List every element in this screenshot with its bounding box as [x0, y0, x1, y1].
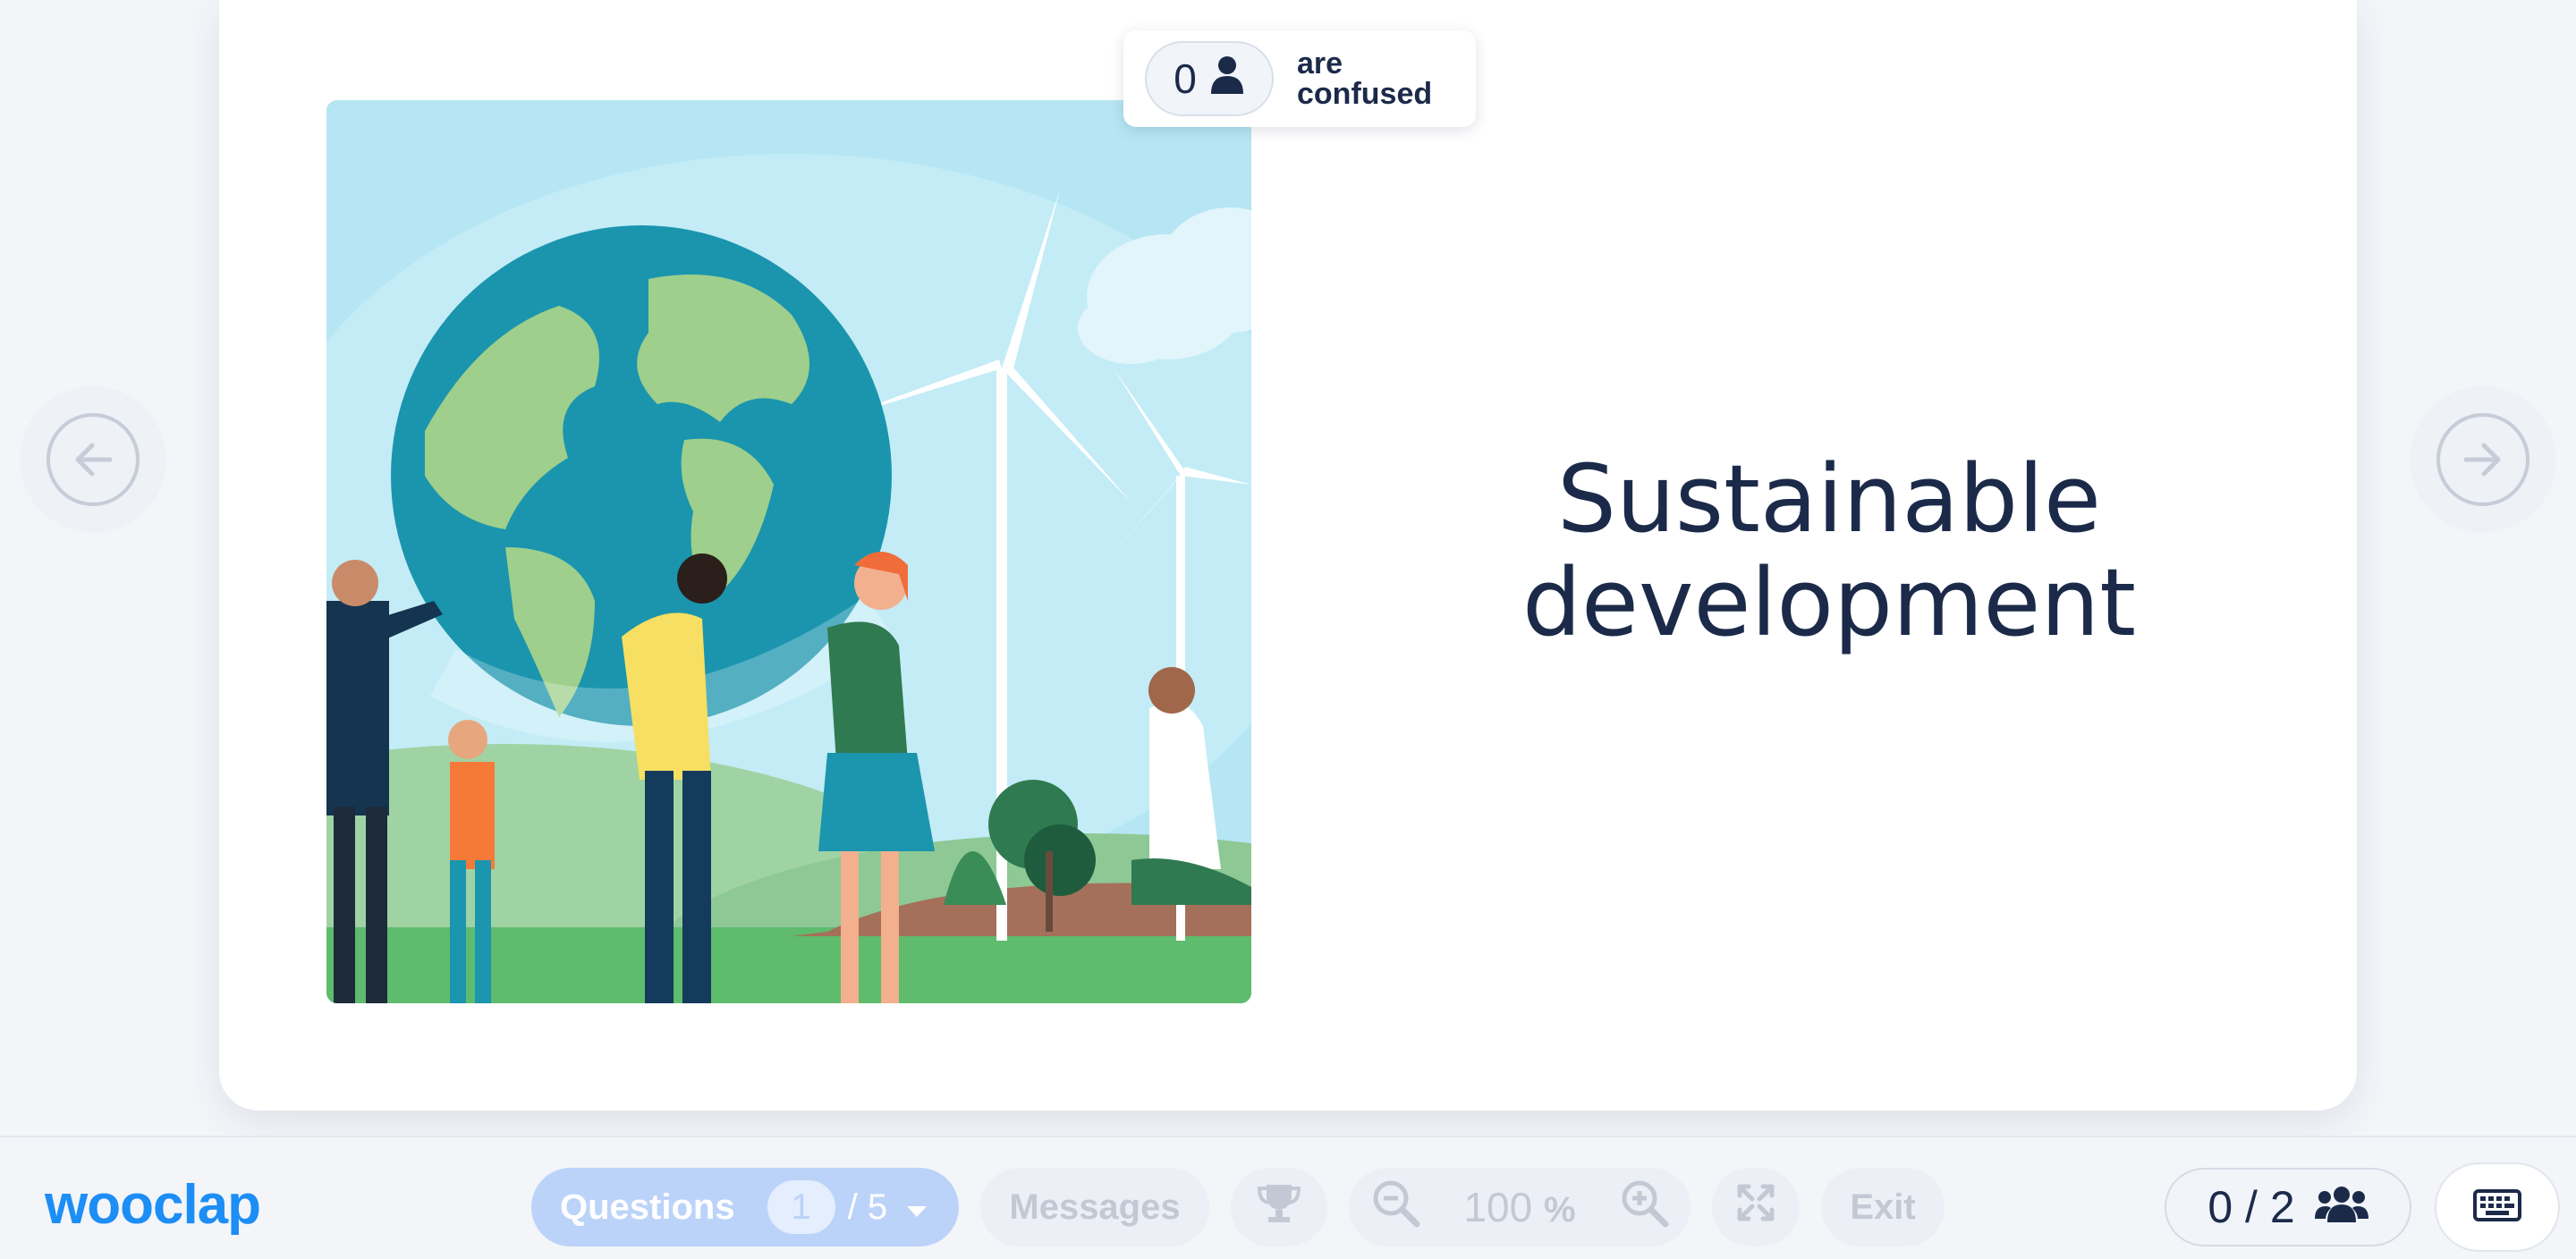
- zoom-value: 100: [1463, 1184, 1533, 1230]
- question-total: / 5: [847, 1187, 888, 1227]
- previous-slide-button[interactable]: [20, 386, 166, 533]
- trophy-icon: [1256, 1181, 1302, 1233]
- fullscreen-button[interactable]: [1712, 1168, 1800, 1246]
- confused-label-line-1: are: [1297, 46, 1343, 80]
- keyboard-icon: [2473, 1188, 2521, 1226]
- presentation-stage: Sustainable development 0 are confused: [0, 0, 2576, 1136]
- question-current-number: 1: [767, 1180, 835, 1234]
- zoom-unit: %: [1543, 1190, 1576, 1229]
- confused-label-line-2: confused: [1297, 77, 1433, 111]
- zoom-in-icon[interactable]: [1619, 1178, 1669, 1237]
- keyboard-shortcuts-button[interactable]: [2435, 1162, 2560, 1252]
- confused-indicator: 0 are confused: [1123, 30, 1476, 127]
- slide-title-line-2: development: [1521, 548, 2137, 657]
- slide-title: Sustainable development: [1292, 447, 2366, 655]
- leaderboard-button[interactable]: [1231, 1168, 1327, 1246]
- sustainable-development-illustration: [326, 100, 1251, 1003]
- confused-label: are confused: [1297, 48, 1432, 109]
- participants-count: 0 / 2: [2207, 1182, 2295, 1232]
- zoom-out-icon[interactable]: [1370, 1178, 1420, 1237]
- wooclap-logo: wooclap: [45, 1174, 261, 1236]
- confused-count-badge: 0: [1145, 41, 1274, 116]
- zoom-level: 100 %: [1463, 1183, 1575, 1231]
- confused-count: 0: [1174, 55, 1197, 102]
- bottom-toolbar: wooclap Questions 1 / 5 Messages 100 % E…: [0, 1136, 2576, 1259]
- questions-label: Questions: [560, 1187, 735, 1227]
- chevron-down-icon: [905, 1187, 928, 1228]
- messages-label: Messages: [1009, 1187, 1181, 1227]
- slide-card: Sustainable development: [219, 0, 2357, 1111]
- exit-button[interactable]: Exit: [1821, 1168, 1945, 1246]
- arrow-left-icon: [47, 413, 140, 506]
- person-icon: [1209, 55, 1245, 104]
- participants-counter[interactable]: 0 / 2: [2165, 1168, 2411, 1246]
- slide-title-line-1: Sustainable: [1556, 444, 2102, 553]
- zoom-controls: 100 %: [1349, 1168, 1690, 1246]
- next-slide-button[interactable]: [2410, 386, 2556, 533]
- expand-icon: [1736, 1183, 1775, 1231]
- questions-button[interactable]: Questions 1 / 5: [531, 1168, 959, 1246]
- messages-button[interactable]: Messages: [980, 1168, 1209, 1246]
- users-icon: [2314, 1181, 2368, 1233]
- exit-label: Exit: [1850, 1187, 1916, 1227]
- arrow-right-icon: [2436, 413, 2529, 506]
